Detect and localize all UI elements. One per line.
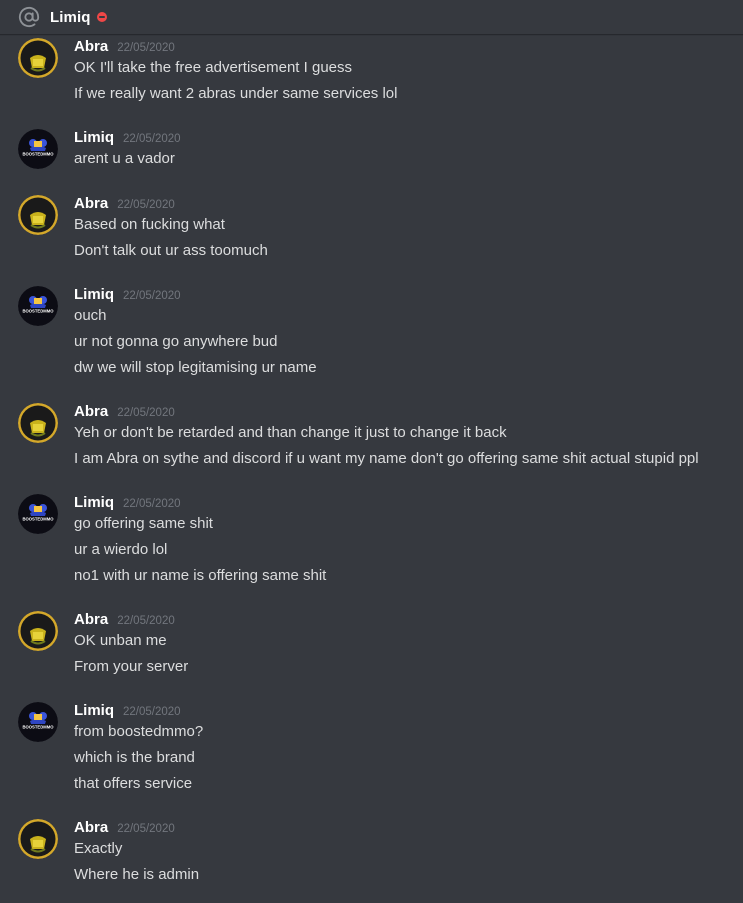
message-text: OK I'll take the free advertisement I gu… — [74, 59, 352, 76]
message-timestamp: 22/05/2020 — [123, 706, 181, 718]
avatar-text: BOOSTEDMMO — [23, 725, 55, 730]
message-text: Based on fucking what — [74, 216, 225, 233]
message-text: If we really want 2 abras under same ser… — [74, 85, 398, 102]
author-name[interactable]: Abra — [74, 403, 108, 420]
author-name[interactable]: Abra — [74, 38, 108, 55]
message-text: I am Abra on sythe and discord if u want… — [74, 450, 699, 467]
message-timestamp: 22/05/2020 — [117, 42, 175, 54]
message-text: Yeh or don't be retarded and than change… — [74, 424, 507, 441]
author-name[interactable]: Abra — [74, 819, 108, 836]
message-header: Abra 22/05/2020 — [74, 819, 175, 837]
message-text: Don't talk out ur ass toomuch — [74, 242, 268, 259]
message-group: BOOSTEDMMO Limiq 22/05/2020 go offering sam… — [0, 490, 743, 592]
message-text: go offering same shit — [74, 515, 213, 532]
message-timestamp: 22/05/2020 — [117, 615, 175, 627]
message-timestamp: 22/05/2020 — [117, 199, 175, 211]
message-text: From your server — [74, 658, 189, 675]
message-header: Abra 22/05/2020 — [74, 38, 175, 56]
message-text: from boostedmmo? — [74, 723, 204, 740]
do-not-disturb-icon — [96, 12, 107, 22]
message-header: Abra 22/05/2020 — [74, 195, 175, 213]
message-text: that offers service — [74, 775, 193, 792]
avatar-text: BOOSTEDMMO — [23, 152, 55, 157]
message-timestamp: 22/05/2020 — [117, 823, 175, 835]
message-text: dw we will stop legitamising ur name — [74, 359, 317, 376]
message-text: arent u a vador — [74, 150, 175, 167]
message-timestamp: 22/05/2020 — [123, 290, 181, 302]
channel-header: Limiq — [0, 0, 743, 34]
message-header: Limiq 22/05/2020 — [74, 702, 181, 720]
message-group: Abra 22/05/2020 Based on fucking what Don't… — [0, 191, 743, 267]
avatar[interactable] — [18, 403, 58, 443]
message-group: BOOSTEDMMO Limiq 22/05/2020 arent u a vador — [0, 125, 743, 175]
avatar[interactable] — [18, 38, 58, 78]
author-name[interactable]: Limiq — [74, 129, 114, 146]
message-text: which is the brand — [74, 749, 195, 766]
message-header: Limiq 22/05/2020 — [74, 494, 181, 512]
message-text: ouch — [74, 307, 107, 324]
message-group: Abra 22/05/2020 Exactly Where he is admin — [0, 815, 743, 891]
message-group: BOOSTEDMMO Limiq 22/05/2020 from boostedmmo… — [0, 698, 743, 800]
avatar[interactable] — [18, 611, 58, 651]
avatar[interactable]: BOOSTEDMMO — [18, 129, 58, 169]
avatar-text: BOOSTEDMMO — [23, 517, 55, 522]
message-header: Abra 22/05/2020 — [74, 611, 175, 629]
message-header: Limiq 22/05/2020 — [74, 129, 181, 147]
message-text: no1 with ur name is offering same shit — [74, 567, 327, 584]
dm-window: Limiq Abra 22/05/2020 OK I'll take the fre… — [0, 0, 743, 903]
avatar[interactable] — [18, 195, 58, 235]
message-group: BOOSTEDMMO Limiq 22/05/2020 ouch ur not gonn… — [0, 282, 743, 384]
message-group: Abra 22/05/2020 OK unban me From your serve… — [0, 607, 743, 683]
avatar[interactable]: BOOSTEDMMO — [18, 702, 58, 742]
avatar-text: BOOSTEDMMO — [23, 309, 55, 314]
author-name[interactable]: Limiq — [74, 702, 114, 719]
message-text: ur a wierdo lol — [74, 541, 168, 558]
avatar[interactable]: BOOSTEDMMO — [18, 494, 58, 534]
message-header: Limiq 22/05/2020 — [74, 286, 181, 304]
avatar[interactable] — [18, 819, 58, 859]
message-timestamp: 22/05/2020 — [117, 407, 175, 419]
message-timestamp: 22/05/2020 — [123, 133, 181, 145]
message-text: OK unban me — [74, 632, 167, 649]
message-group: Abra 22/05/2020 Yeh or don't be retarded a… — [0, 399, 743, 475]
channel-title[interactable]: Limiq — [50, 9, 91, 26]
message-text: ur not gonna go anywhere bud — [74, 333, 278, 350]
message-header: Abra 22/05/2020 — [74, 403, 175, 421]
at-sign-icon — [18, 6, 40, 28]
author-name[interactable]: Abra — [74, 611, 108, 628]
message-group: Abra 22/05/2020 OK I'll take the free adve… — [0, 34, 743, 110]
message-list[interactable]: Abra 22/05/2020 OK I'll take the free adve… — [0, 34, 743, 903]
author-name[interactable]: Limiq — [74, 286, 114, 303]
author-name[interactable]: Limiq — [74, 494, 114, 511]
author-name[interactable]: Abra — [74, 195, 108, 212]
avatar[interactable]: BOOSTEDMMO — [18, 286, 58, 326]
message-text: Exactly — [74, 840, 123, 857]
message-text: Where he is admin — [74, 866, 200, 883]
message-timestamp: 22/05/2020 — [123, 498, 181, 510]
